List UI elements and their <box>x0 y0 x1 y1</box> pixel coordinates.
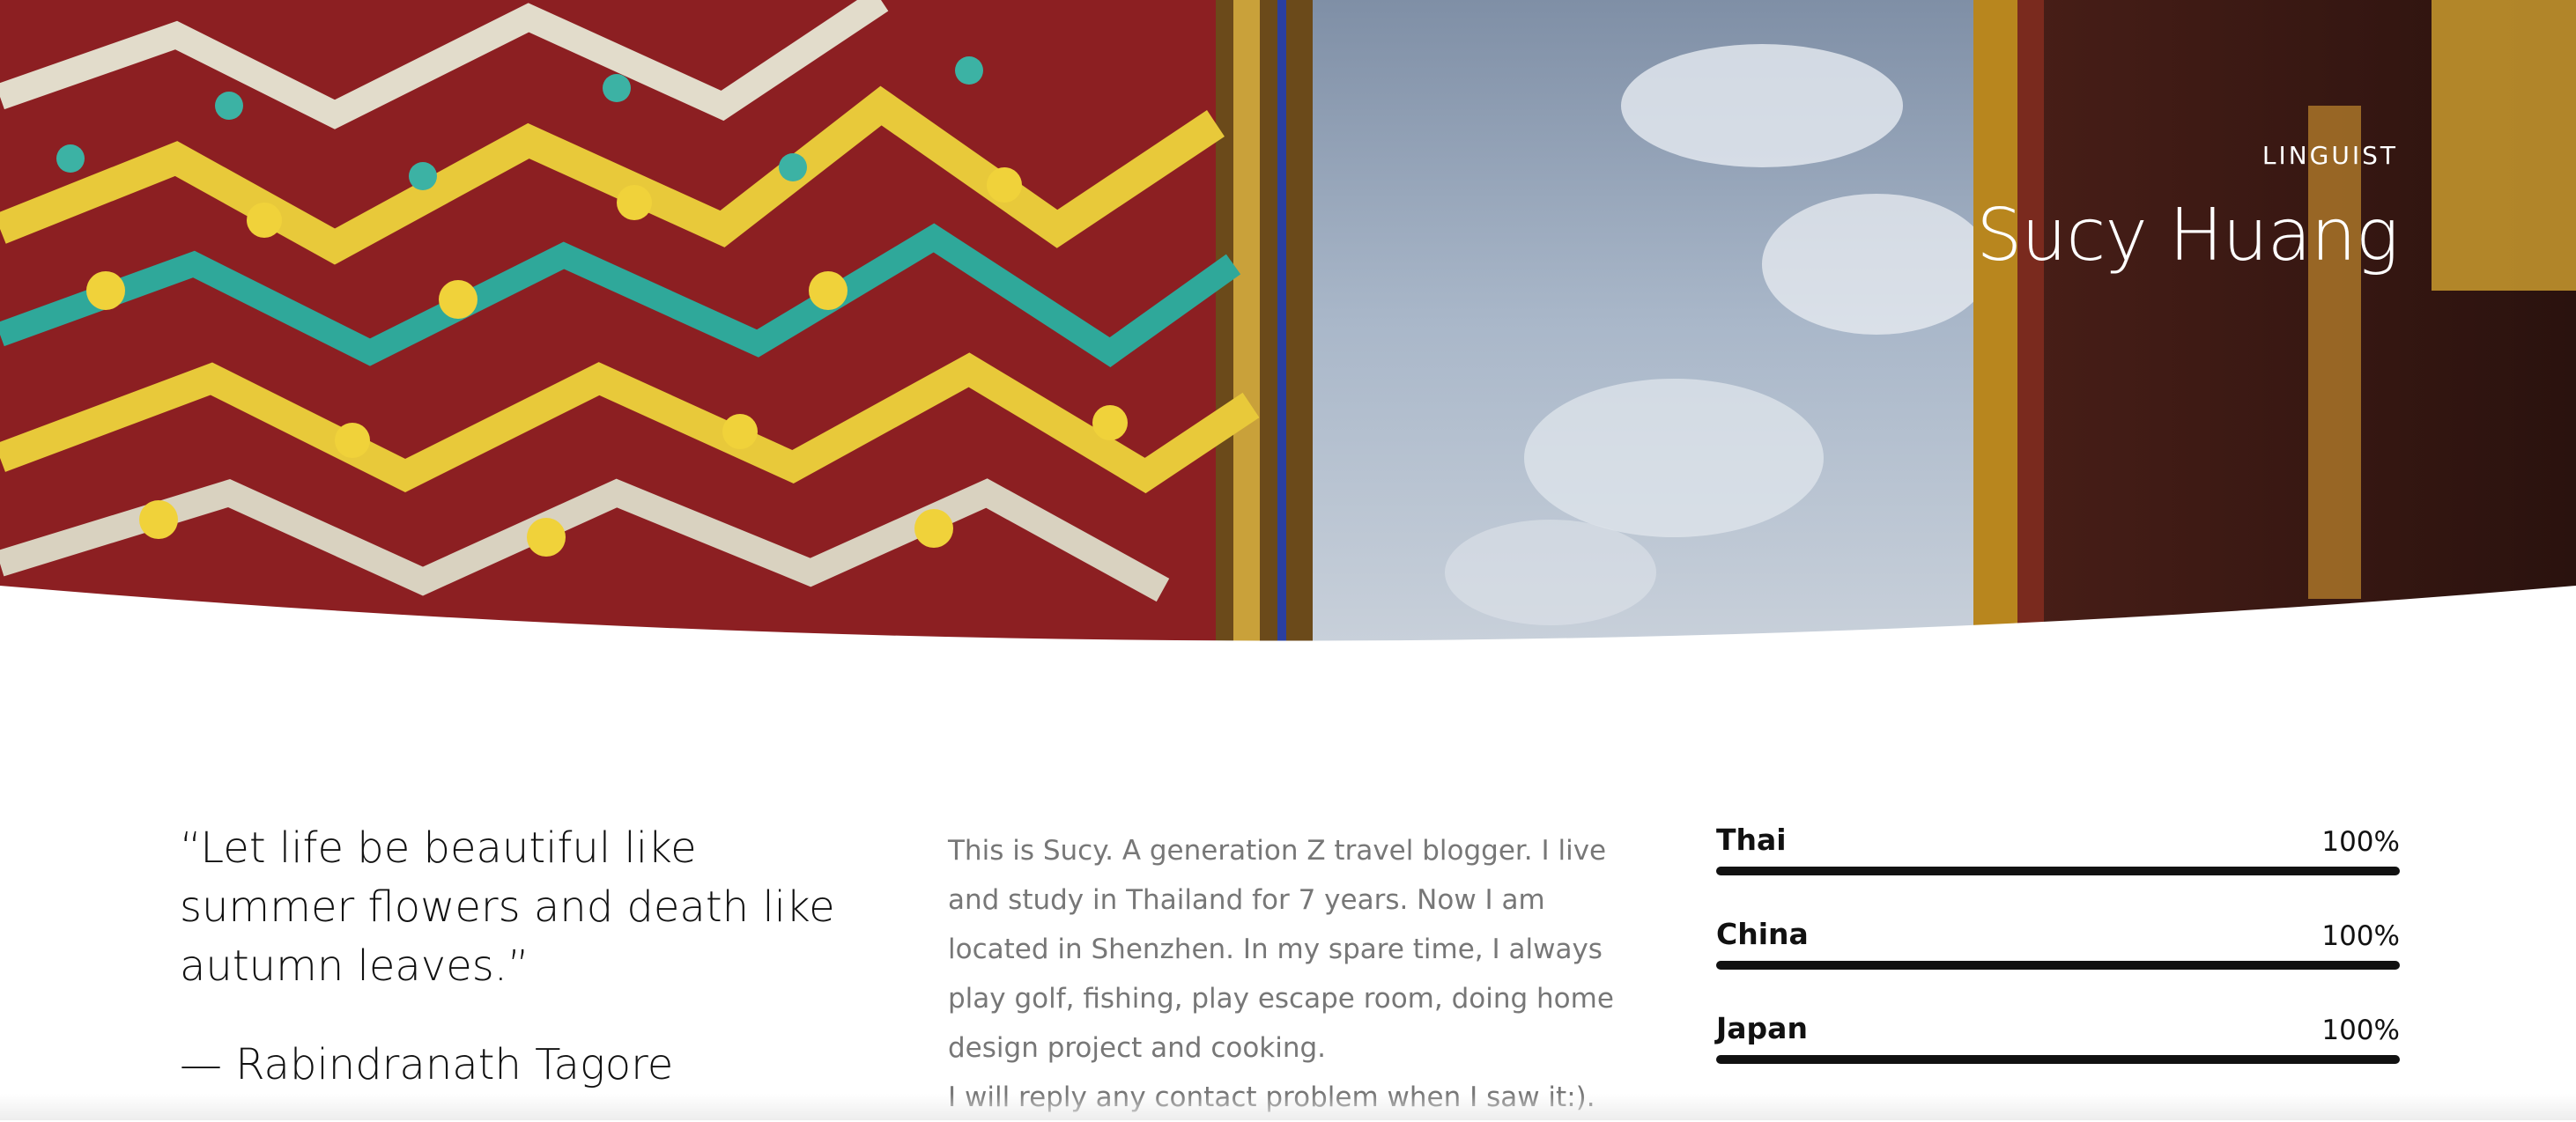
skill-label: Japan <box>1716 1011 1808 1045</box>
profile-name-heading: Sucy Huang <box>1976 194 2399 277</box>
hero-banner: LINGUIST Sucy Huang <box>0 0 2576 643</box>
bio-paragraph: This is Sucy. A generation Z travel blog… <box>948 835 1614 1064</box>
bottom-fade <box>0 1094 2576 1120</box>
quote-text: “Let life be beautiful like summer flowe… <box>180 823 835 991</box>
skill-percent: 100% <box>2321 920 2400 952</box>
skill-percent: 100% <box>2321 826 2400 858</box>
skill-bar-fill <box>1716 961 2400 970</box>
language-skills: Thai 100% China 100% Japan 100% <box>1716 823 2400 1105</box>
skill-item-thai: Thai 100% <box>1716 823 2400 917</box>
hero-text-block: LINGUIST Sucy Huang <box>1976 141 2399 277</box>
skill-percent: 100% <box>2321 1015 2400 1046</box>
quote-author: — Rabindranath Tagore <box>180 1040 674 1089</box>
profession-label: LINGUIST <box>2261 141 2398 170</box>
skill-label: China <box>1716 917 1809 951</box>
temple-roof-and-sky-photo <box>0 0 2576 643</box>
skill-bar-track <box>1716 961 2400 970</box>
skill-bar-track <box>1716 867 2400 875</box>
skill-label: Thai <box>1716 823 1787 857</box>
skill-bar-fill <box>1716 867 2400 875</box>
skill-item-china: China 100% <box>1716 917 2400 1011</box>
bio-block: This is Sucy. A generation Z travel blog… <box>948 826 1653 1122</box>
skill-item-japan: Japan 100% <box>1716 1011 2400 1105</box>
quote-block: “Let life be beautiful like summer flowe… <box>180 819 885 1089</box>
skill-bar-fill <box>1716 1055 2400 1064</box>
skill-bar-track <box>1716 1055 2400 1064</box>
